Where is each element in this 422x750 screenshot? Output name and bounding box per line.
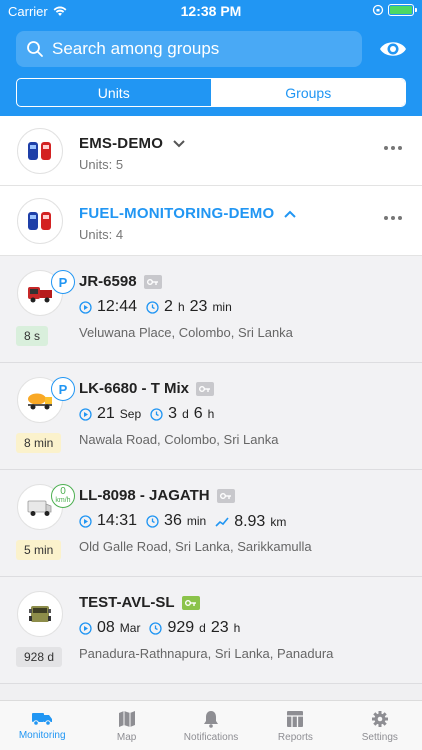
unit-name: LL-8098 - JAGATH [79,487,210,504]
tab-label: Settings [361,732,398,743]
cars-icon [28,142,51,160]
mileage-value: 8.93 [234,512,266,530]
unit-address: Old Galle Road, Sri Lanka, Sarikkamulla [79,539,312,554]
clock-icon [146,300,159,314]
unit-avatar [17,591,63,637]
last-message-date: 08 [97,619,115,636]
tab-label: Monitoring [18,730,66,741]
cars-icon [28,212,51,230]
unit-name: JR-6598 [79,273,137,290]
chevron-up-icon[interactable] [284,210,297,218]
key-icon [216,488,235,503]
rotation-lock-icon [372,4,384,16]
unit-address: Panadura-Rathnapura, Sri Lanka, Panadura [79,646,334,661]
gear-icon [371,711,388,727]
tab-label: Reports [277,732,313,743]
group-units-count: Units: 5 [79,157,124,172]
groups-list: EMS-DEMO Units: 5 FUEL-MONITORING-DEMO U… [0,116,422,700]
play-circle-icon [79,621,92,635]
map-icon [118,711,135,727]
segment-groups[interactable]: Groups [211,79,405,106]
bell-icon [204,711,219,728]
tab-settings[interactable]: Settings [338,701,422,750]
duration-b: 23 [210,619,229,636]
duration-a: 929 [167,619,195,636]
search-bar[interactable] [16,31,362,67]
jeep-icon [29,606,51,622]
battery-level [390,6,412,14]
unit-row[interactable]: 0 km/h 5 min LL-8098 - JAGATH 14:31 36 mi… [0,470,422,577]
parking-badge: P [51,377,75,401]
unit-name: TEST-AVL-SL [79,594,175,611]
clock-icon [146,514,159,528]
unit-row[interactable]: 928 d TEST-AVL-SL 08 Mar 929 d 23 h Panadur… [0,577,422,684]
last-message-time: 12:44 [97,298,138,315]
tab-monitoring[interactable]: Monitoring [0,701,84,750]
unit-row[interactable]: P 8 s JR-6598 12:44 2h 23 min Veluwana Pl… [0,256,422,363]
tab-notifications[interactable]: Notifications [169,701,253,750]
tab-bar: Monitoring Map Notifications Reports Set… [0,700,422,750]
speed-value: 0 [60,486,66,497]
play-circle-icon [79,407,92,421]
group-row[interactable]: FUEL-MONITORING-DEMO Units: 4 [0,186,422,256]
more-icon[interactable] [384,216,402,220]
battery-icon [388,4,417,16]
trend-icon [215,516,229,527]
status-time: 12:38 PM [180,3,242,19]
group-avatar [17,198,63,244]
segment-units[interactable]: Units [17,79,212,106]
speed-badge: 0 km/h [51,484,75,508]
eye-icon[interactable] [378,36,408,62]
duration-b: 23 [189,298,208,315]
search-input[interactable] [52,39,352,59]
group-units-count: Units: 4 [79,227,124,242]
table-icon [287,711,304,727]
parking-badge: P [51,270,75,294]
last-update-badge: 928 d [16,647,63,667]
chevron-down-icon[interactable] [173,139,185,148]
last-update-badge: 5 min [16,540,62,560]
duration-a: 3 [168,405,178,422]
truck-icon [32,713,53,726]
group-avatar [17,128,63,174]
speed-unit: km/h [55,497,71,504]
clock-icon [149,621,163,635]
duration-a: 2 [164,298,173,315]
last-update-badge: 8 min [16,433,62,453]
unit-address: Veluwana Place, Colombo, Sri Lanka [79,325,293,340]
duration-a: 36 [164,512,182,529]
status-bar: Carrier 12:38 PM [0,0,422,22]
last-update-badge: 8 s [16,326,49,346]
key-icon [196,381,215,396]
more-icon[interactable] [384,146,402,150]
duration-b: 6 [193,405,203,422]
play-circle-icon [79,300,92,314]
unit-address: Nawala Road, Colombo, Sri Lanka [79,432,279,447]
tab-label: Map [116,732,137,743]
group-name: FUEL-MONITORING-DEMO [79,205,275,222]
search-icon [27,41,43,57]
clock-icon [150,407,163,421]
tab-reports[interactable]: Reports [253,701,337,750]
tab-label: Notifications [183,732,239,743]
key-icon [143,274,162,289]
header: Carrier 12:38 PM Units Groups [0,0,422,116]
last-message-date: 21 [97,405,115,422]
group-row[interactable]: EMS-DEMO Units: 5 [0,116,422,186]
play-circle-icon [79,514,92,528]
tab-map[interactable]: Map [84,701,168,750]
unit-row[interactable]: P 8 min LK-6680 - T Mix 21 Sep 3d 6h Nawa… [0,363,422,470]
unit-name: LK-6680 - T Mix [79,380,190,397]
group-name: EMS-DEMO [79,135,164,152]
segmented-control: Units Groups [16,78,406,107]
last-message-time: 14:31 [97,512,138,529]
key-icon [181,595,200,610]
